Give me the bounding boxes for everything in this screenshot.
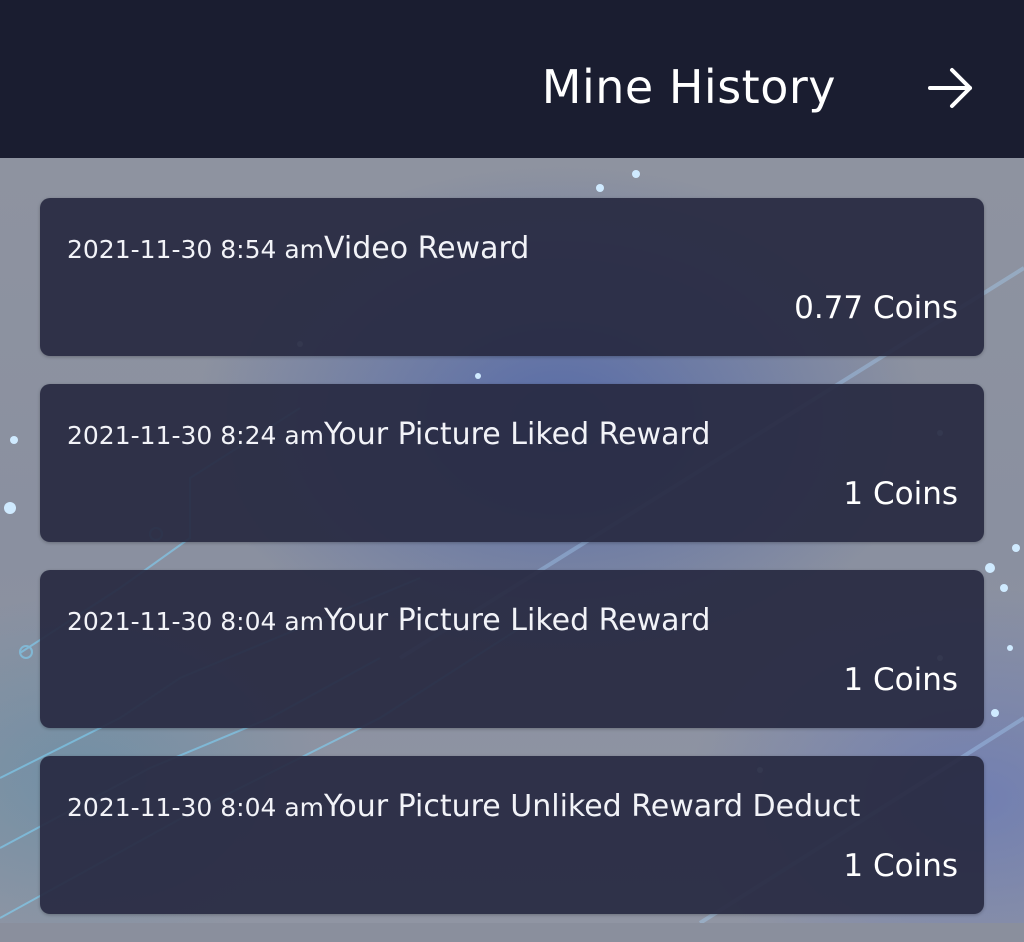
- history-list: 2021-11-30 8:54 amVideo Reward 0.77 Coin…: [40, 198, 984, 942]
- history-item-amount: 1 Coins: [843, 662, 958, 698]
- history-item-amount: 1 Coins: [843, 848, 958, 884]
- history-item-type: Your Picture Unliked Reward Deduct: [324, 789, 861, 824]
- history-item-time: 2021-11-30 8:04 am: [67, 793, 324, 822]
- app-header: Mine History: [0, 0, 1024, 158]
- history-item-amount: 0.77 Coins: [794, 290, 958, 326]
- history-item[interactable]: 2021-11-30 8:24 amYour Picture Liked Rew…: [40, 384, 984, 542]
- history-item-description: 2021-11-30 8:24 amYour Picture Liked Rew…: [67, 417, 710, 452]
- page-title: Mine History: [541, 60, 836, 114]
- history-item-time: 2021-11-30 8:54 am: [67, 235, 324, 264]
- history-item-description: 2021-11-30 8:04 amYour Picture Unliked R…: [67, 789, 860, 824]
- history-item[interactable]: 2021-11-30 8:54 amVideo Reward 0.77 Coin…: [40, 198, 984, 356]
- history-item-time: 2021-11-30 8:04 am: [67, 607, 324, 636]
- history-item-description: 2021-11-30 8:04 amYour Picture Liked Rew…: [67, 603, 710, 638]
- history-item[interactable]: 2021-11-30 8:04 amYour Picture Liked Rew…: [40, 570, 984, 728]
- history-item-type: Your Picture Liked Reward: [324, 603, 711, 638]
- arrow-right-icon[interactable]: [922, 62, 978, 118]
- history-item-time: 2021-11-30 8:24 am: [67, 421, 324, 450]
- history-item-type: Your Picture Liked Reward: [324, 417, 711, 452]
- history-item[interactable]: 2021-11-30 8:04 amYour Picture Unliked R…: [40, 756, 984, 914]
- history-item-amount: 1 Coins: [843, 476, 958, 512]
- history-item-description: 2021-11-30 8:54 amVideo Reward: [67, 231, 529, 266]
- history-item-type: Video Reward: [324, 231, 530, 266]
